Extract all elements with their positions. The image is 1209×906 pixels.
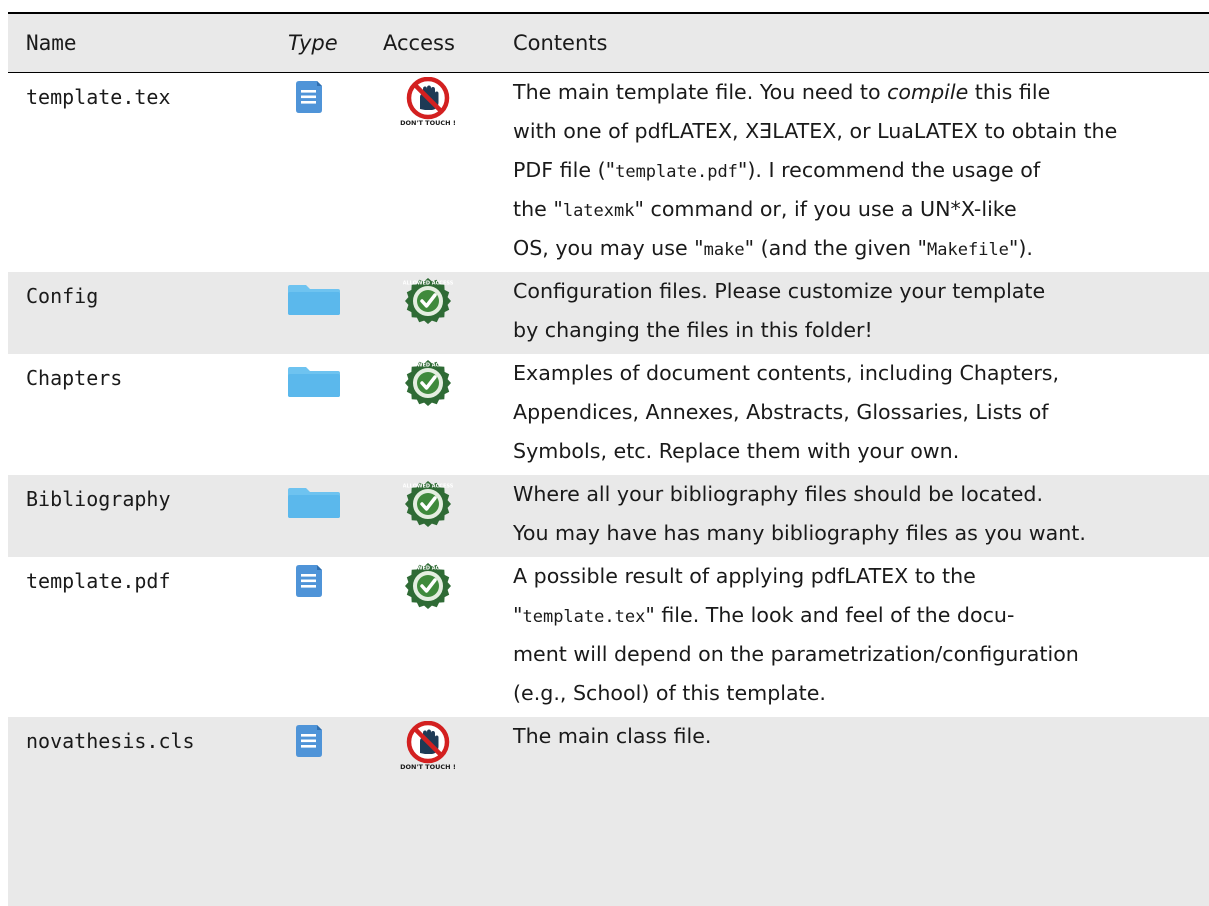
header-name: Name [26, 31, 77, 55]
contents-text: (e.g., School) of this template. [513, 681, 826, 705]
contents-text: this file [968, 80, 1051, 104]
contents-text: You may have has many bibliography files… [513, 521, 1086, 545]
contents-line: OS, you may use "make" (and the given "M… [513, 229, 1205, 268]
contents-text: Symbols, etc. Replace them with your own… [513, 439, 960, 463]
svg-text:ALLOWED ACCESS: ALLOWED ACCESS [403, 281, 453, 287]
contents-line: Symbols, etc. Replace them with your own… [513, 432, 1205, 471]
row-contents: A possible result of applying pdfLATEX t… [513, 557, 1205, 713]
contents-text: " (and the given " [744, 236, 928, 260]
code-text: template.pdf [615, 162, 738, 182]
dont-touch-icon: DON'T TOUCH ! [398, 720, 458, 775]
file-name[interactable]: template.tex [26, 85, 171, 109]
file-name[interactable]: Bibliography [26, 487, 171, 511]
contents-line: You may have has many bibliography files… [513, 514, 1205, 553]
row-contents: Configuration files. Please customize yo… [513, 272, 1205, 350]
table-row: Chapters ALLOWED ACCESS Examples of docume… [8, 354, 1209, 475]
contents-line: "template.tex" file. The look and feel o… [513, 596, 1205, 635]
contents-line: ment will depend on the parametrization/… [513, 635, 1205, 674]
table-row: Config ALLOWED ACCESS Configuration files.… [8, 272, 1209, 354]
folder-icon [288, 285, 340, 319]
contents-line: Examples of document contents, including… [513, 354, 1205, 393]
contents-line: Where all your bibliography files should… [513, 475, 1205, 514]
file-name[interactable]: Config [26, 284, 98, 308]
table-row: Bibliography ALLOWED ACCESS Where all your… [8, 475, 1209, 557]
contents-text: "). I recommend the usage of [737, 158, 1041, 182]
contents-text: "). [1008, 236, 1033, 260]
svg-text:ALLOWED ACCESS: ALLOWED ACCESS [403, 363, 453, 369]
code-text: make [703, 240, 745, 260]
contents-line: Appendices, Annexes, Abstracts, Glossari… [513, 393, 1205, 432]
contents-text: Configuration files. Please customize yo… [513, 279, 1046, 303]
contents-text: Examples of document contents, including… [513, 361, 1060, 385]
svg-text:ALLOWED ACCESS: ALLOWED ACCESS [403, 566, 453, 572]
contents-text: Appendices, Annexes, Abstracts, Glossari… [513, 400, 1049, 424]
table-header [8, 14, 1209, 72]
file-icon [296, 81, 322, 117]
folder-icon [288, 367, 340, 401]
contents-text: PDF file (" [513, 158, 616, 182]
folder-icon [288, 488, 340, 522]
file-name[interactable]: template.pdf [26, 569, 171, 593]
contents-line: Configuration files. Please customize yo… [513, 272, 1205, 311]
contents-line: the "latexmk" command or, if you use a U… [513, 190, 1205, 229]
svg-text:DON'T TOUCH !: DON'T TOUCH ! [400, 763, 456, 771]
svg-text:ALLOWED ACCESS: ALLOWED ACCESS [403, 484, 453, 490]
allowed-access-icon: ALLOWED ACCESS [403, 358, 454, 412]
table-row: template.pdf ALLOWED ACCESS A possible res… [8, 557, 1209, 717]
code-text: Makefile [927, 240, 1009, 260]
file-name[interactable]: novathesis.cls [26, 729, 195, 753]
contents-line: The main class file. [513, 717, 1205, 756]
contents-text: Where all your bibliography files should… [513, 482, 1044, 506]
header-contents: Contents [513, 31, 608, 55]
dont-touch-icon: DON'T TOUCH ! [398, 76, 458, 131]
row-contents: Examples of document contents, including… [513, 354, 1205, 471]
row-contents: The main template file. You need to comp… [513, 73, 1205, 268]
contents-text: OS, you may use " [513, 236, 704, 260]
row-contents: The main class file. [513, 717, 1205, 756]
header-type: Type [288, 31, 338, 55]
contents-text: The main class file. [513, 724, 712, 748]
code-text: template.tex [522, 607, 646, 627]
contents-text: " file. The look and feel of the docu- [645, 603, 1015, 627]
header-access: Access [383, 31, 455, 55]
allowed-access-icon: ALLOWED ACCESS [403, 479, 454, 533]
contents-line: The main template file. You need to comp… [513, 73, 1205, 112]
contents-text: with one of pdfLATEX, XƎLATEX, or LuaLAT… [513, 119, 1118, 143]
contents-line: with one of pdfLATEX, XƎLATEX, or LuaLAT… [513, 112, 1205, 151]
contents-text: by changing the files in this folder! [513, 318, 873, 342]
allowed-access-icon: ALLOWED ACCESS [403, 561, 454, 615]
code-text: latexmk [562, 201, 635, 221]
contents-line: A possible result of applying pdfLATEX t… [513, 557, 1205, 596]
contents-text: ment will depend on the parametrization/… [513, 642, 1079, 666]
file-name[interactable]: Chapters [26, 366, 122, 390]
contents-line: (e.g., School) of this template. [513, 674, 1205, 713]
file-icon [296, 725, 322, 761]
table-row: novathesis.cls DON'T TOUCH ! The main clas… [8, 717, 1209, 906]
contents-line: PDF file ("template.pdf"). I recommend t… [513, 151, 1205, 190]
row-contents: Where all your bibliography files should… [513, 475, 1205, 553]
contents-text: the " [513, 197, 563, 221]
contents-text: compile [887, 80, 969, 104]
contents-text: " command or, if you use a UN*X-like [634, 197, 1017, 221]
contents-text: A possible result of applying pdfLATEX t… [513, 564, 976, 588]
file-icon [296, 565, 322, 601]
contents-text: The main template file. You need to [513, 80, 888, 104]
svg-text:DON'T TOUCH !: DON'T TOUCH ! [400, 119, 456, 127]
contents-line: by changing the files in this folder! [513, 311, 1205, 350]
table-row: template.tex DON'T TOUCH ! The main templa… [8, 73, 1209, 272]
allowed-access-icon: ALLOWED ACCESS [403, 276, 454, 330]
